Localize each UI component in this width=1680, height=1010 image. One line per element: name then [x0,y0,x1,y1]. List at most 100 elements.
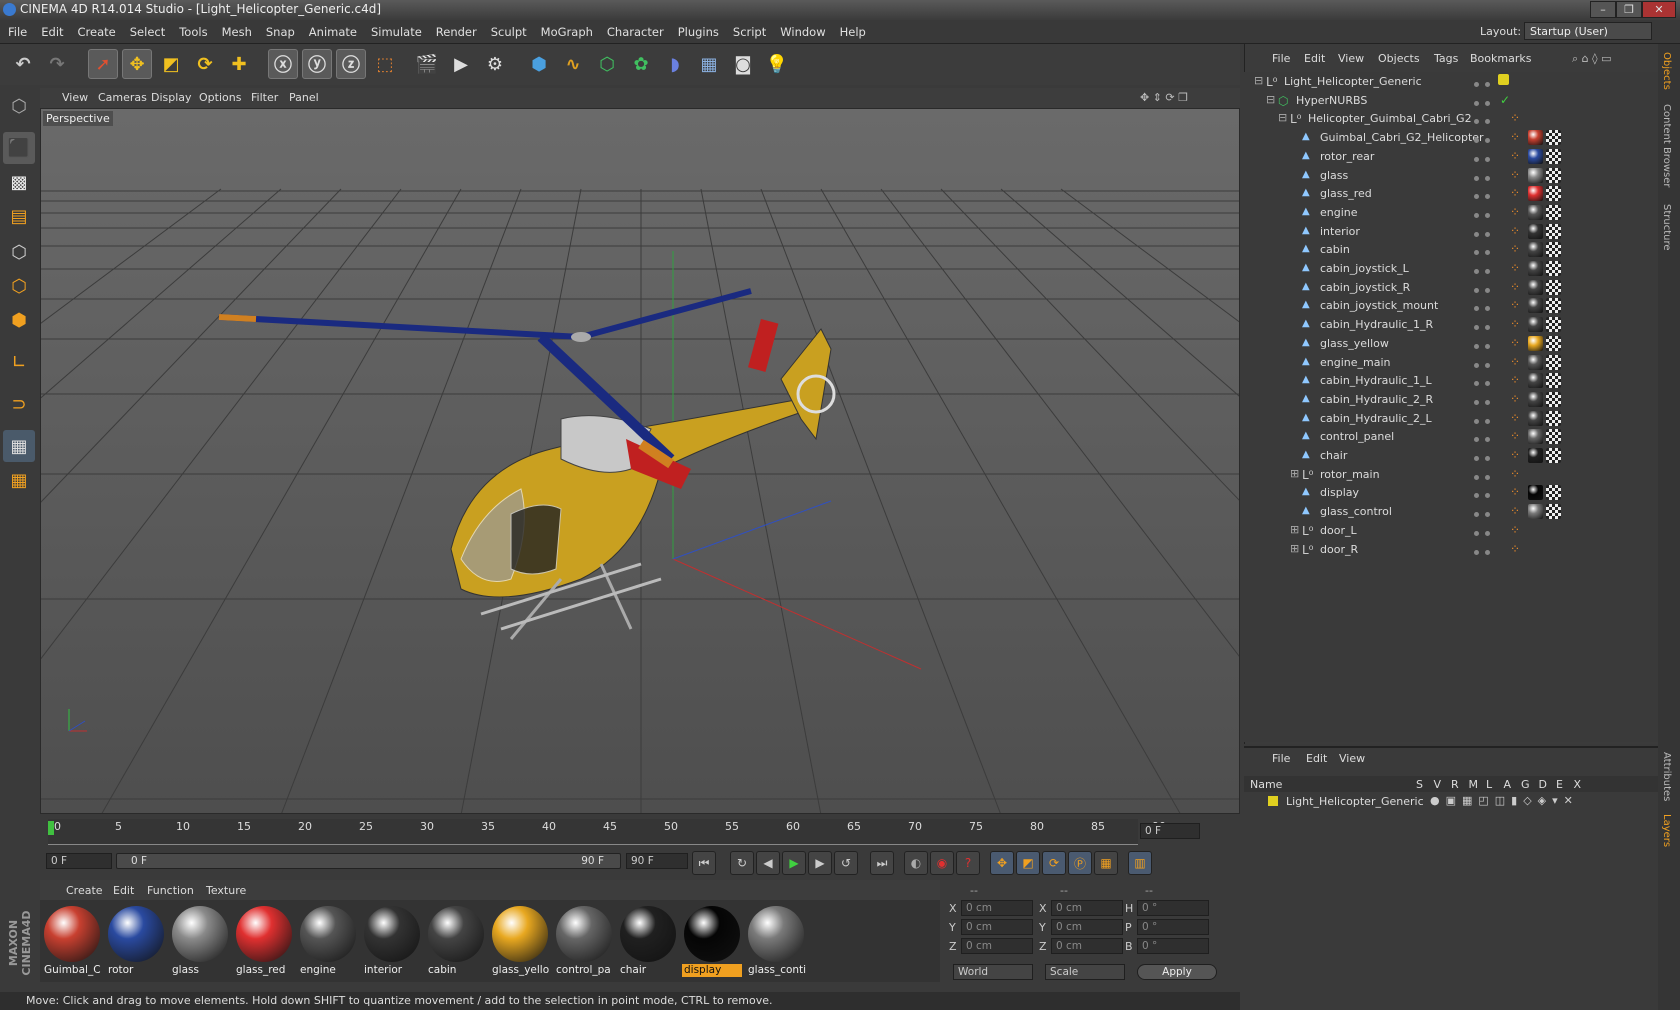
material-swatch[interactable]: rotor [106,904,166,976]
visibility-dots[interactable] [1474,152,1498,162]
phong-tag-icon[interactable]: ⁘ [1510,523,1524,537]
visibility-dots[interactable] [1474,171,1498,181]
object-manager-search-icon[interactable]: ⌕ ⌂ ◊ ▭ [1572,52,1611,66]
layout-select[interactable]: Startup (User) [1524,22,1652,40]
menu-plugins[interactable]: Plugins [670,20,725,39]
material-tag-icon[interactable] [1528,317,1543,333]
object-row[interactable]: ▲ cabin_joystick_L ⁘ [1244,259,1658,279]
uvw-tag-icon[interactable] [1546,504,1561,520]
uvw-tag-icon[interactable] [1546,167,1561,183]
expand-toggle-icon[interactable]: ⊞ [1290,523,1299,536]
menu-animate[interactable]: Animate [301,20,363,39]
menu-help[interactable]: Help [832,20,872,39]
phong-tag-icon[interactable]: ⁘ [1510,373,1524,387]
phong-tag-icon[interactable]: ⁘ [1510,130,1524,144]
material-swatch[interactable]: control_pa [554,904,614,976]
coord-system-select[interactable]: World [953,964,1033,980]
phong-tag-icon[interactable]: ⁘ [1510,467,1524,481]
minimize-button[interactable]: – [1590,1,1616,18]
object-menu-file[interactable]: File [1272,52,1290,65]
uvw-tag-icon[interactable] [1546,298,1561,314]
object-row[interactable]: ▲ glass_control ⁘ [1244,502,1658,522]
material-swatch[interactable]: display [682,904,742,977]
apply-button[interactable]: Apply [1137,964,1217,980]
menu-mograph[interactable]: MoGraph [533,20,599,39]
viewport-menu-view[interactable]: View [62,91,88,104]
uvw-tag-icon[interactable] [1546,448,1561,463]
x-axis-lock-icon[interactable]: ⓧ [268,49,298,79]
uvw-tag-icon[interactable] [1546,429,1561,445]
material-tag-icon[interactable] [1528,167,1543,183]
object-row[interactable]: ▲ rotor_rear ⁘ [1244,147,1658,167]
phong-tag-icon[interactable]: ⁘ [1510,336,1524,350]
material-tag-icon[interactable] [1528,335,1543,351]
menu-simulate[interactable]: Simulate [363,20,428,39]
material-tag-icon[interactable] [1528,504,1543,520]
phong-tag-icon[interactable]: ⁘ [1510,168,1524,182]
expand-toggle-icon[interactable]: ⊟ [1278,111,1287,124]
visibility-dots[interactable] [1474,301,1498,312]
points-mode-icon[interactable]: ⬡ [3,236,35,268]
object-row[interactable]: ▲ display ⁘ [1244,483,1658,503]
go-to-end-icon[interactable]: ⏭ [870,851,894,875]
object-row[interactable]: ▲ cabin_Hydraulic_2_L ⁘ [1244,409,1658,429]
object-row[interactable]: ▲ cabin_joystick_R ⁘ [1244,278,1658,298]
visibility-dots[interactable] [1474,414,1498,424]
phong-tag-icon[interactable]: ⁘ [1510,298,1524,312]
object-menu-tags[interactable]: Tags [1434,52,1458,65]
timeline-ruler[interactable]: 051015202530354045505560657075808590 0 F [40,817,1240,847]
uvw-tag-icon[interactable] [1546,485,1561,501]
material-swatch[interactable]: glass_yello [490,904,550,976]
keyframe-help-icon[interactable]: ? [956,851,980,875]
edges-mode-icon[interactable]: ⬡ [3,270,35,302]
visibility-dots[interactable] [1474,488,1498,499]
phong-tag-icon[interactable]: ⁘ [1510,224,1524,238]
scene-floor-icon[interactable]: ▦ [694,49,724,79]
viewport-menu-panel[interactable]: Panel [289,91,319,104]
visibility-dots[interactable] [1474,358,1498,368]
model-mode-icon[interactable]: ⬛ [3,132,35,164]
material-swatch[interactable]: glass_conti [746,904,806,976]
menu-character[interactable]: Character [599,20,670,39]
phong-tag-icon[interactable]: ⁘ [1510,242,1524,256]
uvw-tag-icon[interactable] [1546,223,1561,239]
object-row[interactable]: ▲ glass_red ⁘ [1244,184,1658,204]
uvw-tag-icon[interactable] [1546,204,1561,220]
object-row[interactable]: ⊟ L⁰ Light_Helicopter_Generic [1244,72,1658,92]
expand-toggle-icon[interactable]: ⊞ [1290,467,1299,480]
phong-tag-icon[interactable]: ⁘ [1510,448,1524,462]
visibility-dots[interactable] [1474,208,1498,218]
redo-icon[interactable]: ↷ [42,49,72,79]
visibility-dots[interactable] [1474,245,1498,256]
menu-snap[interactable]: Snap [258,20,301,39]
layer-menu-edit[interactable]: Edit [1306,752,1327,765]
material-tag-icon[interactable] [1528,391,1543,407]
visibility-dots[interactable] [1474,96,1498,106]
object-menu-view[interactable]: View [1338,52,1364,65]
menu-file[interactable]: File [0,20,33,39]
visibility-dots[interactable] [1474,264,1498,274]
light-icon[interactable]: 💡 [762,49,792,79]
object-row[interactable]: ⊟ ⬡ HyperNURBS ✓ [1244,91,1658,111]
material-tag-icon[interactable] [1528,130,1543,146]
material-tag-icon[interactable] [1528,261,1543,276]
object-row[interactable]: ▲ cabin_joystick_mount ⁘ [1244,296,1658,316]
visibility-dots[interactable] [1474,432,1498,443]
timeline-window-icon[interactable]: ▥ [1128,851,1152,875]
workplane-mode-icon[interactable]: ▤ [3,200,35,232]
array-icon[interactable]: ✿ [626,49,656,79]
material-tag-icon[interactable] [1528,429,1543,445]
phong-tag-icon[interactable]: ⁘ [1510,504,1524,518]
phong-tag-icon[interactable]: ⁘ [1510,542,1524,556]
material-tag-icon[interactable] [1528,410,1543,426]
live-selection-icon[interactable]: ➚ [88,49,118,79]
autokey-icon[interactable]: ◉ [930,851,954,875]
material-menu-function[interactable]: Function [147,884,194,897]
object-row[interactable]: ⊞ L⁰ rotor_main ⁘ [1244,465,1658,485]
object-row[interactable]: ⊞ L⁰ door_L ⁘ [1244,521,1658,541]
start-frame-field[interactable]: 0 F [46,853,112,869]
material-swatch[interactable]: glass_red [234,904,294,976]
phong-tag-icon[interactable]: ⁘ [1510,111,1524,125]
visibility-dots[interactable] [1474,77,1498,87]
object-row[interactable]: ▲ interior ⁘ [1244,222,1658,242]
